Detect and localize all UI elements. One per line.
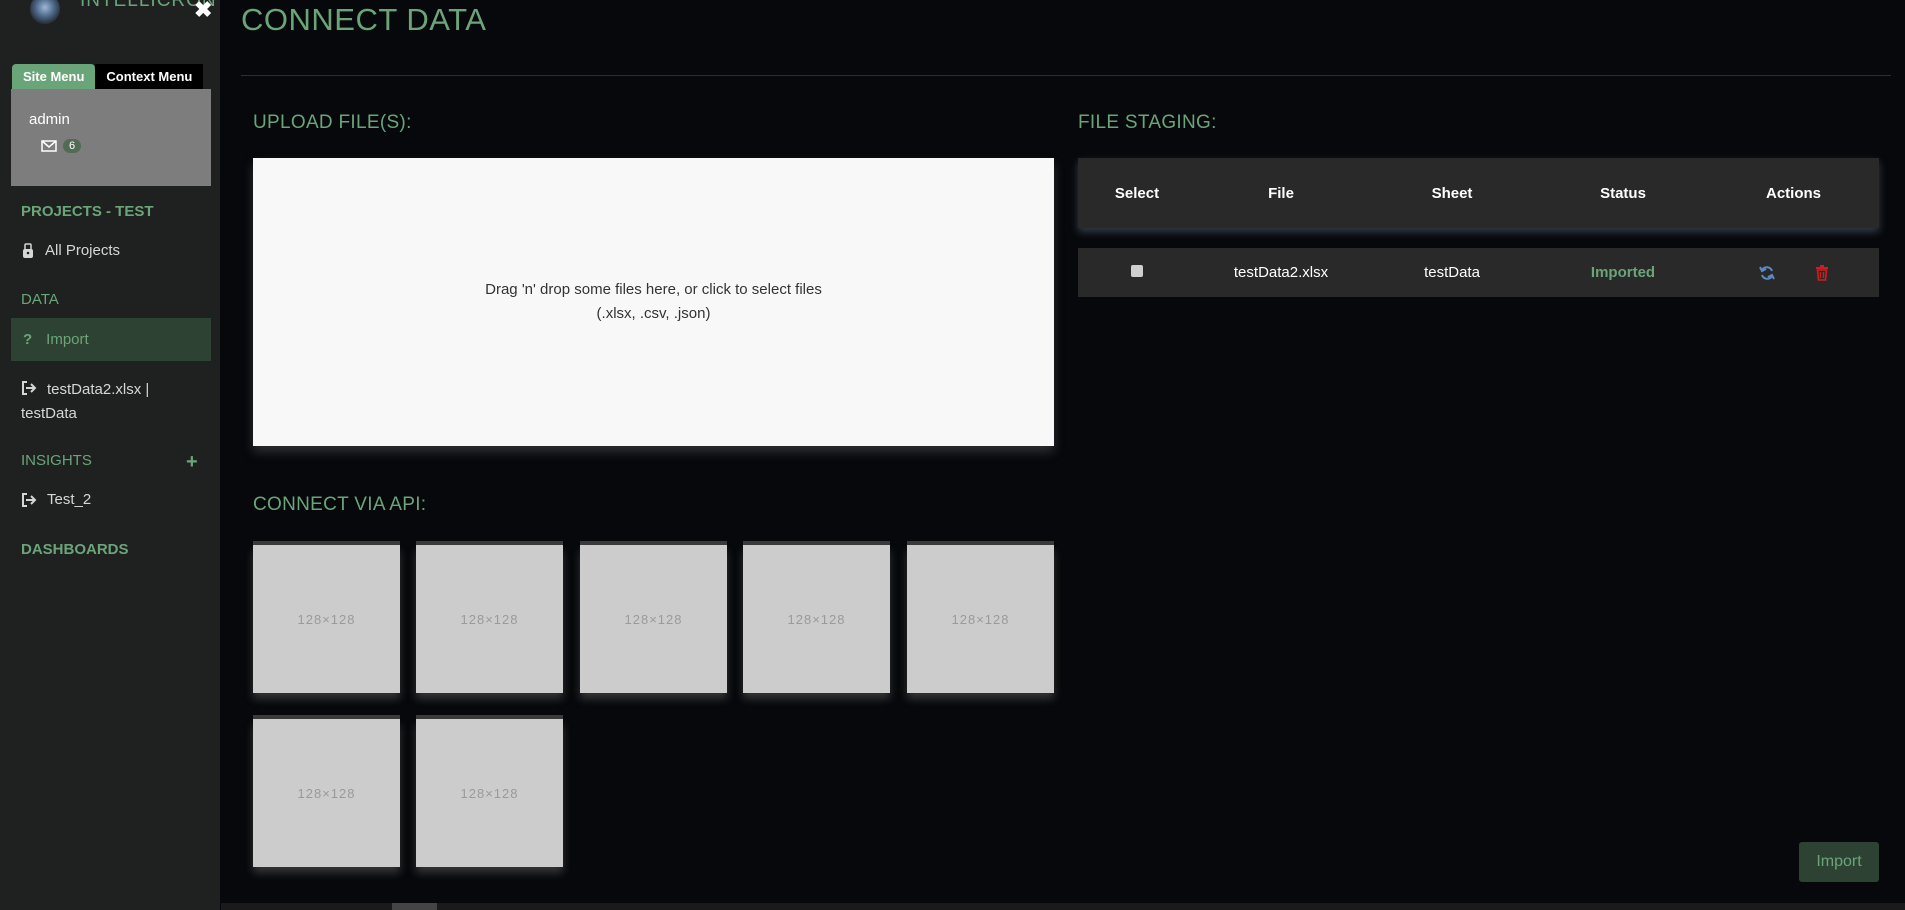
mail-count-badge: 6	[63, 139, 82, 153]
api-connector-tile[interactable]: 128×128	[743, 545, 890, 693]
tab-site-menu[interactable]: Site Menu	[12, 64, 96, 89]
api-connector-tile[interactable]: 128×128	[416, 719, 563, 867]
column-header-file: File	[1268, 184, 1294, 202]
question-icon: ?	[23, 331, 33, 348]
table-row: testData2.xlsx testData Imported	[1078, 248, 1879, 297]
sign-in-icon	[22, 381, 37, 395]
row-sheet: testData	[1424, 264, 1480, 281]
row-select-checkbox[interactable]	[1131, 265, 1143, 277]
scrollbar-thumb[interactable]	[392, 903, 437, 910]
sidebar-item-test-2[interactable]: Test_2	[21, 491, 91, 508]
username[interactable]: admin	[29, 111, 70, 128]
upload-heading: UPLOAD FILE(S):	[253, 112, 412, 133]
api-connector-tile[interactable]: 128×128	[907, 545, 1054, 693]
staging-heading: FILE STAGING:	[1078, 112, 1217, 133]
close-icon[interactable]: ✖	[194, 0, 212, 21]
api-heading: CONNECT VIA API:	[253, 494, 427, 515]
file-dropzone[interactable]: Drag 'n' drop some files here, or click …	[253, 158, 1054, 446]
divider	[241, 75, 1891, 76]
column-header-select: Select	[1114, 184, 1160, 202]
sidebar-item-label: Import	[46, 331, 89, 348]
sidebar-item-label: Test_2	[47, 491, 92, 508]
menu-tabs: Site Menu Context Menu	[12, 64, 204, 89]
tab-context-menu[interactable]: Context Menu	[95, 64, 204, 89]
sign-in-icon	[22, 492, 37, 507]
sidebar-item-testdata[interactable]: testData2.xlsx | testData	[21, 378, 201, 426]
sidebar-item-all-projects[interactable]: All Projects	[21, 242, 120, 259]
projects-icon	[23, 242, 33, 258]
column-header-sheet: Sheet	[1431, 184, 1473, 202]
row-file: testData2.xlsx	[1233, 264, 1329, 281]
api-connector-tile[interactable]: 128×128	[416, 545, 563, 693]
import-button[interactable]: Import	[1799, 842, 1879, 882]
sidebar: INTELLICRON ✖ Site Menu Context Menu adm…	[0, 0, 220, 910]
sidebar-item-label: testData2.xlsx |	[47, 381, 150, 398]
sidebar-item-import[interactable]: ? Import	[11, 318, 211, 361]
dropzone-file-types: (.xlsx, .csv, .json)	[596, 305, 711, 322]
column-header-status: Status	[1600, 184, 1646, 202]
projects-heading: PROJECTS - TEST	[21, 203, 154, 220]
add-insight-icon[interactable]: +	[186, 451, 198, 474]
sidebar-item-label: All Projects	[45, 242, 121, 259]
sidebar-item-sublabel: testData	[21, 405, 77, 422]
staging-table-header: Select File Sheet Status Actions	[1078, 158, 1879, 228]
page-title: CONNECT DATA	[241, 2, 487, 37]
dashboards-heading[interactable]: DASHBOARDS	[21, 541, 129, 558]
user-panel: admin 6	[11, 89, 211, 186]
api-connector-tile[interactable]: 128×128	[253, 719, 400, 867]
refresh-icon[interactable]	[1758, 265, 1775, 281]
dropzone-instructions: Drag 'n' drop some files here, or click …	[485, 281, 822, 298]
logo-icon	[30, 0, 60, 24]
api-connector-tile[interactable]: 128×128	[580, 545, 727, 693]
mail-indicator[interactable]: 6	[41, 139, 82, 153]
data-heading: DATA	[21, 291, 59, 308]
api-connector-tile[interactable]: 128×128	[253, 545, 400, 693]
trash-icon[interactable]	[1815, 264, 1829, 281]
column-header-actions: Actions	[1765, 184, 1821, 202]
horizontal-scrollbar[interactable]	[221, 903, 1905, 910]
envelope-icon	[41, 140, 57, 152]
status-badge: Imported	[1590, 264, 1656, 281]
insights-heading: INSIGHTS	[21, 452, 92, 469]
